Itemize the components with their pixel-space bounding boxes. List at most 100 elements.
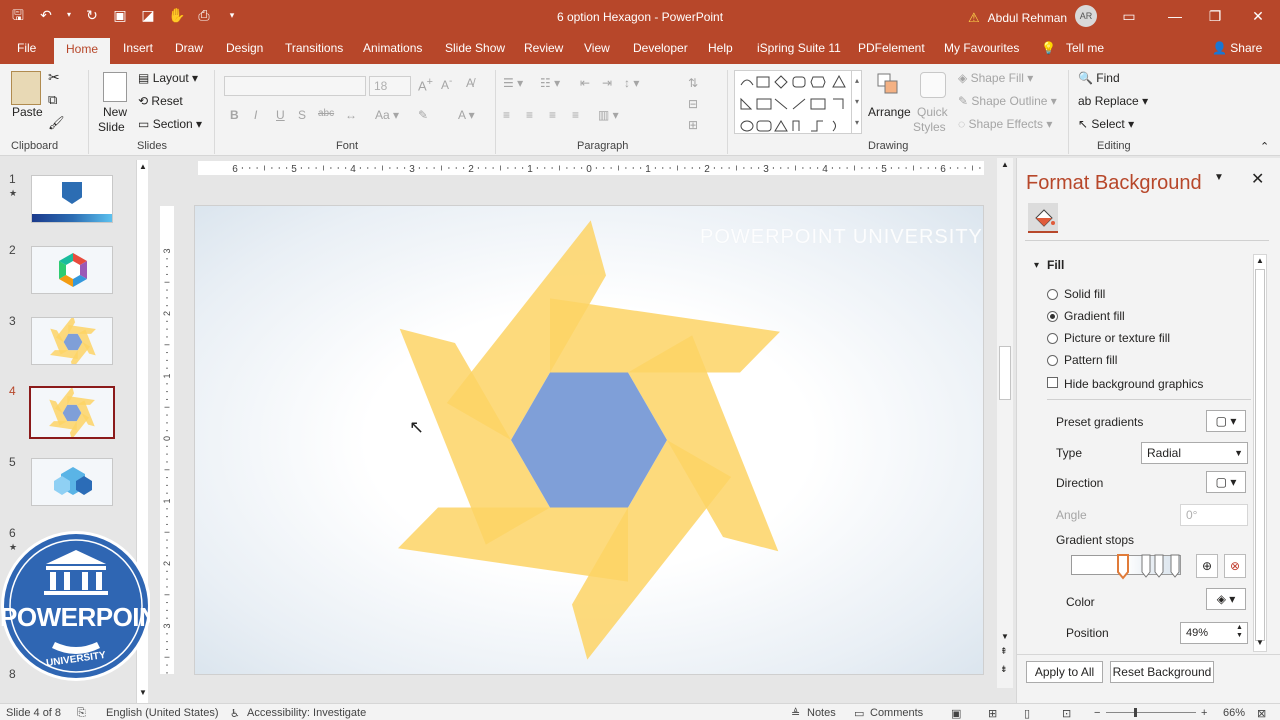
remove-stop-button[interactable]: ⊗ <box>1224 554 1246 578</box>
align-text-icon[interactable]: ⊟ <box>688 97 698 111</box>
font-family-combo[interactable] <box>224 76 366 96</box>
layout-button[interactable]: ▤ Layout ▾ <box>138 71 198 85</box>
clear-format-icon[interactable]: A̸ <box>466 76 474 90</box>
shapes-gallery[interactable] <box>734 70 862 134</box>
scroll-thumb[interactable] <box>999 346 1011 400</box>
tab-slide-show[interactable]: Slide Show <box>445 41 505 55</box>
type-dropdown[interactable]: Radial ▼ <box>1141 442 1248 464</box>
slide-scrollbar[interactable]: ▲ ▼ ⇞ ⇟ <box>997 158 1013 688</box>
decrease-font-icon[interactable]: A- <box>441 76 452 92</box>
shapes-gallery-scroll[interactable]: ▴ ▾ ▾ <box>851 70 862 134</box>
hide-bg-checkbox[interactable] <box>1047 377 1058 388</box>
slide-thumbnail-4[interactable] <box>29 386 115 439</box>
align-right-icon[interactable]: ≡ <box>549 108 556 122</box>
shape-effects-button[interactable]: ◌ Shape Effects ▾ <box>958 117 1052 131</box>
scroll-up-icon[interactable]: ▲ <box>1256 256 1264 265</box>
gradient-stop-handles[interactable] <box>1071 554 1183 580</box>
cut-icon[interactable]: ✂ <box>48 69 60 86</box>
reading-view-icon[interactable]: ▯ <box>1024 707 1030 720</box>
pattern-fill-radio[interactable] <box>1047 355 1058 366</box>
slide-thumbnail-2[interactable] <box>31 246 113 294</box>
preset-gradients-dropdown[interactable]: ▢ ▾ <box>1206 410 1246 432</box>
arrange-icon[interactable] <box>876 72 900 100</box>
shape-fill-button[interactable]: ◈ Shape Fill ▾ <box>958 71 1033 85</box>
ribbon-display-options-icon[interactable]: ▭ <box>1117 6 1141 26</box>
pane-close-icon[interactable]: ✕ <box>1251 169 1264 189</box>
language-indicator[interactable]: English (United States) <box>106 707 219 719</box>
underline-icon[interactable]: U <box>276 108 285 122</box>
scroll-down-icon[interactable]: ▼ <box>1256 638 1264 647</box>
reset-background-button[interactable]: Reset Background <box>1110 661 1214 683</box>
quick-styles-button[interactable]: Quick <box>917 105 948 119</box>
collapse-fill-icon[interactable]: ▾ <box>1034 260 1039 271</box>
section-button[interactable]: ▭ Section ▾ <box>138 117 202 131</box>
tell-me-search[interactable]: Tell me <box>1066 41 1104 55</box>
comments-button[interactable]: Comments <box>870 707 923 719</box>
fill-section-header[interactable]: Fill <box>1047 258 1064 272</box>
paste-button[interactable]: Paste <box>12 105 43 119</box>
scroll-up-icon[interactable]: ▲ <box>139 162 147 171</box>
user-account[interactable]: ⚠ Abdul Rehman AR <box>968 5 1098 27</box>
gradient-fill-label[interactable]: Gradient fill <box>1064 309 1125 323</box>
tab-my-favourites[interactable]: My Favourites <box>944 41 1019 55</box>
zoom-level[interactable]: 66% <box>1223 707 1245 719</box>
tab-draw[interactable]: Draw <box>175 41 203 55</box>
scroll-thumb[interactable] <box>1255 269 1265 641</box>
tab-transitions[interactable]: Transitions <box>285 41 343 55</box>
highlight-icon[interactable]: ✎ <box>418 108 428 122</box>
increase-font-icon[interactable]: A+ <box>418 76 433 93</box>
line-spacing-icon[interactable]: ↕ ▾ <box>624 76 639 90</box>
scroll-up-icon[interactable]: ▲ <box>1001 160 1009 169</box>
zoom-in-icon[interactable]: + <box>1201 707 1207 719</box>
pinwheel-hexagon-graphic[interactable] <box>195 206 984 675</box>
strikethrough-icon[interactable]: abc <box>318 108 334 119</box>
columns-icon[interactable]: ▥ ▾ <box>598 108 619 122</box>
avatar[interactable]: AR <box>1075 5 1098 27</box>
new-slide-button[interactable]: New <box>103 105 127 119</box>
change-case-icon[interactable]: Aa ▾ <box>375 108 399 122</box>
increase-indent-icon[interactable]: ⇥ <box>602 76 612 90</box>
pane-options-icon[interactable]: ▼ <box>1214 172 1224 183</box>
arrange-button[interactable]: Arrange <box>868 105 911 119</box>
shadow-icon[interactable]: S <box>298 108 306 122</box>
shape-outline-button[interactable]: ✎ Shape Outline ▾ <box>958 94 1057 108</box>
fit-slide-icon[interactable]: ⊠ <box>1257 707 1266 720</box>
new-slide-label[interactable]: Slide <box>98 120 125 134</box>
slide-indicator[interactable]: Slide 4 of 8 <box>6 707 61 719</box>
normal-view-icon[interactable]: ▣ <box>951 707 961 720</box>
tab-pdfelement[interactable]: PDFelement <box>858 41 925 55</box>
tab-ispring[interactable]: iSpring Suite 11 <box>757 41 841 55</box>
decrease-indent-icon[interactable]: ⇤ <box>580 76 590 90</box>
pane-scrollbar[interactable]: ▲ ▼ <box>1253 254 1267 652</box>
align-center-icon[interactable]: ≡ <box>526 108 533 122</box>
share-button[interactable]: 👤 Share <box>1212 41 1262 55</box>
char-spacing-icon[interactable]: ↔ <box>345 108 357 122</box>
bold-icon[interactable]: B <box>230 108 239 122</box>
maximize-button[interactable]: ❐ <box>1203 6 1227 26</box>
next-slide-icon[interactable]: ⇟ <box>1000 664 1008 675</box>
find-button[interactable]: 🔍 Find <box>1078 71 1120 85</box>
spinner-arrows-icon[interactable]: ▲ ▼ <box>1236 624 1243 640</box>
zoom-out-icon[interactable]: − <box>1094 707 1100 719</box>
tab-developer[interactable]: Developer <box>633 41 688 55</box>
scroll-down-icon[interactable]: ▼ <box>1001 632 1009 641</box>
apply-to-all-button[interactable]: Apply to All <box>1026 661 1103 683</box>
tab-view[interactable]: View <box>584 41 610 55</box>
hide-bg-label[interactable]: Hide background graphics <box>1064 377 1203 391</box>
scroll-down-icon[interactable]: ▼ <box>139 688 147 697</box>
tab-design[interactable]: Design <box>226 41 263 55</box>
angle-input[interactable]: 0° <box>1180 504 1248 526</box>
quick-styles-icon[interactable] <box>920 72 946 98</box>
new-slide-icon[interactable] <box>103 72 127 102</box>
bullets-icon[interactable]: ☰ ▾ <box>503 76 523 90</box>
spelling-icon[interactable]: ⎘ <box>77 707 86 720</box>
italic-icon[interactable]: I <box>254 108 257 122</box>
prev-slide-icon[interactable]: ⇞ <box>1000 646 1008 657</box>
minimize-button[interactable]: — <box>1163 6 1187 26</box>
tab-insert[interactable]: Insert <box>123 41 153 55</box>
picture-fill-radio[interactable] <box>1047 333 1058 344</box>
zoom-slider[interactable] <box>1106 712 1196 713</box>
notes-button[interactable]: Notes <box>807 707 836 719</box>
copy-icon[interactable]: ⧉ <box>48 92 57 108</box>
slideshow-view-icon[interactable]: ⊡ <box>1062 707 1071 720</box>
